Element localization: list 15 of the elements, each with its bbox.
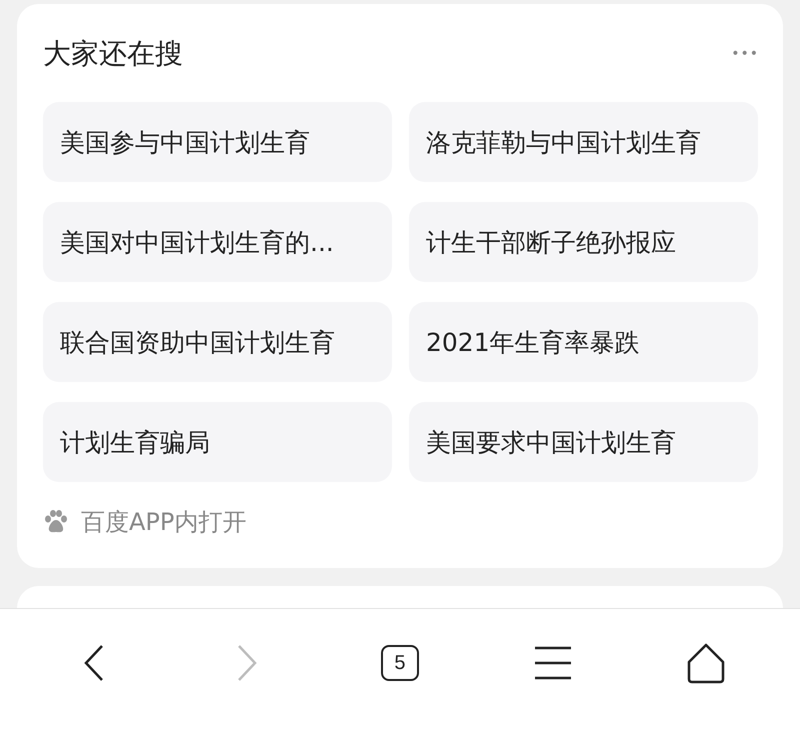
tabs-button[interactable]: 5 bbox=[360, 641, 440, 685]
more-button[interactable]: ••• bbox=[731, 46, 759, 62]
search-suggestion[interactable]: 美国参与中国计划生育 bbox=[43, 102, 392, 182]
search-suggestion[interactable]: 洛克菲勒与中国计划生育 bbox=[409, 102, 758, 182]
search-suggestion[interactable]: 联合国资助中国计划生育 bbox=[43, 302, 392, 382]
search-suggestion[interactable]: 计划生育骗局 bbox=[43, 402, 392, 482]
open-in-app-link[interactable]: 百度APP内打开 bbox=[81, 506, 246, 538]
search-suggestion[interactable]: 美国对中国计划生育的... bbox=[43, 202, 392, 282]
search-suggestion[interactable]: 计生干部断子绝孙报应 bbox=[409, 202, 758, 282]
chevron-right-icon bbox=[235, 643, 260, 683]
paw-icon bbox=[43, 509, 69, 535]
search-suggestion[interactable]: 2021年生育率暴跌 bbox=[409, 302, 758, 382]
menu-icon bbox=[532, 645, 573, 681]
search-suggestion[interactable]: 美国要求中国计划生育 bbox=[409, 402, 758, 482]
section-title: 大家还在搜 bbox=[43, 36, 183, 72]
